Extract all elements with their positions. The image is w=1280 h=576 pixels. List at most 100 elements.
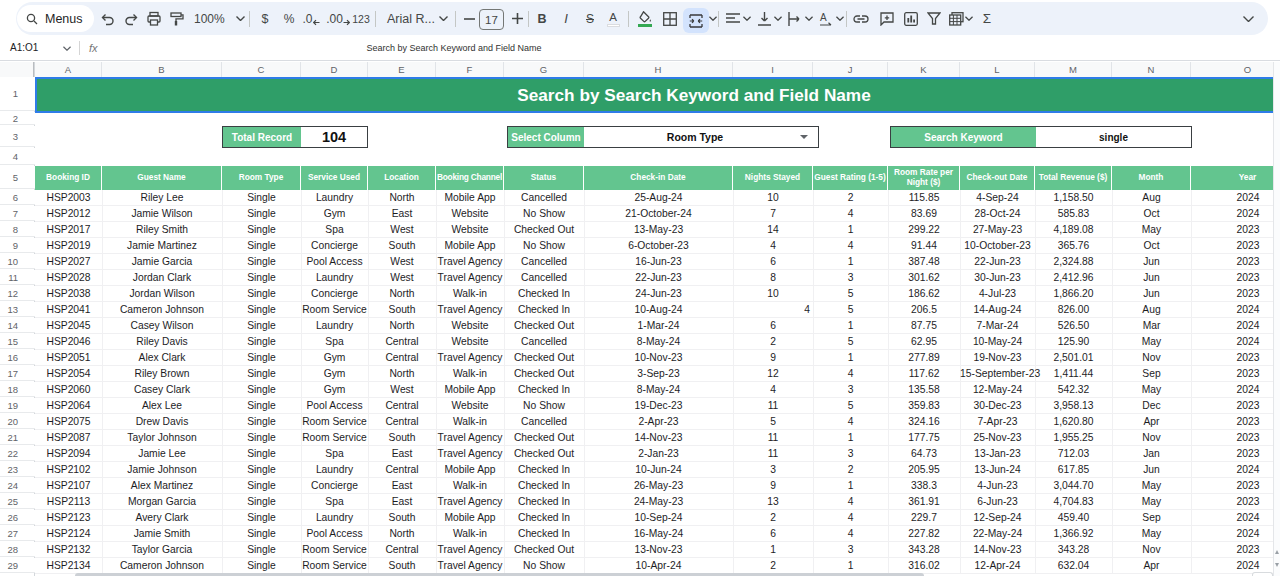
decrease-font-size-button[interactable]: [458, 5, 480, 32]
cell-I27[interactable]: 6: [733, 526, 813, 542]
cell-M16[interactable]: 2,501.01: [1035, 350, 1112, 366]
cell-E22[interactable]: East: [368, 446, 436, 462]
cell-J20[interactable]: 4: [813, 414, 888, 430]
cell-A27[interactable]: HSP2124: [35, 526, 102, 542]
cell-H8[interactable]: 13-May-23: [584, 222, 733, 238]
cell-O8[interactable]: 2023: [1191, 222, 1280, 238]
cell-F18[interactable]: Mobile App: [436, 382, 504, 398]
cell-L21[interactable]: 25-Nov-23: [960, 430, 1035, 446]
cell-A20[interactable]: HSP2075: [35, 414, 102, 430]
text-rotation-caret-icon[interactable]: [835, 2, 845, 35]
cell-I12[interactable]: 10: [733, 286, 813, 302]
name-box[interactable]: A1:O1: [10, 36, 38, 60]
cell-F15[interactable]: Website: [436, 334, 504, 350]
cell-L23[interactable]: 13-Jun-24: [960, 462, 1035, 478]
cell-A9[interactable]: HSP2019: [35, 238, 102, 254]
cell-A17[interactable]: HSP2054: [35, 366, 102, 382]
cell-J10[interactable]: 1: [813, 254, 888, 270]
cell-E25[interactable]: East: [368, 494, 436, 510]
cell-G7[interactable]: No Show: [504, 206, 584, 222]
column-header-I[interactable]: I: [733, 62, 813, 77]
cell-G17[interactable]: Checked Out: [504, 366, 584, 382]
cell-G9[interactable]: No Show: [504, 238, 584, 254]
cell-H26[interactable]: 10-Sep-24: [584, 510, 733, 526]
format-currency-button[interactable]: $: [254, 5, 276, 32]
cell-N26[interactable]: Sep: [1112, 510, 1191, 526]
cell-F19[interactable]: Website: [436, 398, 504, 414]
cell-L6[interactable]: 4-Sep-24: [960, 190, 1035, 206]
cell-E23[interactable]: Central: [368, 462, 436, 478]
cell-M12[interactable]: 1,866.20: [1035, 286, 1112, 302]
cell-K21[interactable]: 177.75: [888, 430, 960, 446]
cell-E12[interactable]: North: [368, 286, 436, 302]
cell-H16[interactable]: 10-Nov-23: [584, 350, 733, 366]
cell-J11[interactable]: 3: [813, 270, 888, 286]
cell-F9[interactable]: Mobile App: [436, 238, 504, 254]
cell-F14[interactable]: Website: [436, 318, 504, 334]
cell-H28[interactable]: 13-Nov-23: [584, 542, 733, 558]
cell-M28[interactable]: 343.28: [1035, 542, 1112, 558]
cell-K18[interactable]: 135.58: [888, 382, 960, 398]
cell-L17[interactable]: 15-September-23: [960, 366, 1035, 382]
cell-O6[interactable]: 2024: [1191, 190, 1280, 206]
cell-O28[interactable]: 2023: [1191, 542, 1280, 558]
cell-A11[interactable]: HSP2028: [35, 270, 102, 286]
cell-G21[interactable]: Checked Out: [504, 430, 584, 446]
cell-B23[interactable]: Jamie Johnson: [102, 462, 222, 478]
cell-M20[interactable]: 1,620.80: [1035, 414, 1112, 430]
cell-C25[interactable]: Single: [222, 494, 301, 510]
cell-A8[interactable]: HSP2017: [35, 222, 102, 238]
cell-N10[interactable]: Jun: [1112, 254, 1191, 270]
cell-C26[interactable]: Single: [222, 510, 301, 526]
row-header-4[interactable]: 4: [0, 148, 35, 165]
row-header-25[interactable]: 25: [0, 494, 35, 509]
cell-G8[interactable]: Checked Out: [504, 222, 584, 238]
cell-M7[interactable]: 585.83: [1035, 206, 1112, 222]
cell-A15[interactable]: HSP2046: [35, 334, 102, 350]
number-format-button[interactable]: 123: [350, 5, 372, 32]
cell-I26[interactable]: 2: [733, 510, 813, 526]
cell-A21[interactable]: HSP2087: [35, 430, 102, 446]
cell-I6[interactable]: 10: [733, 190, 813, 206]
cell-F17[interactable]: Walk-in: [436, 366, 504, 382]
cell-E27[interactable]: North: [368, 526, 436, 542]
row-header-18[interactable]: 18: [0, 382, 35, 397]
cell-I7[interactable]: 7: [733, 206, 813, 222]
cell-M26[interactable]: 459.40: [1035, 510, 1112, 526]
row-header-8[interactable]: 8: [0, 222, 35, 237]
column-header-C[interactable]: C: [222, 62, 301, 77]
cell-N18[interactable]: May: [1112, 382, 1191, 398]
cell-L12[interactable]: 4-Jul-23: [960, 286, 1035, 302]
row-header-3[interactable]: 3: [0, 126, 35, 147]
cell-J26[interactable]: 4: [813, 510, 888, 526]
cell-G6[interactable]: Cancelled: [504, 190, 584, 206]
cell-N8[interactable]: May: [1112, 222, 1191, 238]
vertical-align-button[interactable]: [753, 5, 775, 32]
cell-M21[interactable]: 1,955.25: [1035, 430, 1112, 446]
cell-D8[interactable]: Spa: [301, 222, 368, 238]
cell-I17[interactable]: 12: [733, 366, 813, 382]
cell-K22[interactable]: 64.73: [888, 446, 960, 462]
column-header-J[interactable]: J: [813, 62, 888, 77]
cell-E9[interactable]: South: [368, 238, 436, 254]
cell-C12[interactable]: Single: [222, 286, 301, 302]
cell-J22[interactable]: 3: [813, 446, 888, 462]
cell-I25[interactable]: 13: [733, 494, 813, 510]
cell-M8[interactable]: 4,189.08: [1035, 222, 1112, 238]
cell-H25[interactable]: 24-May-23: [584, 494, 733, 510]
cell-C27[interactable]: Single: [222, 526, 301, 542]
cell-D22[interactable]: Spa: [301, 446, 368, 462]
column-header-O[interactable]: O: [1191, 62, 1280, 77]
row-header-6[interactable]: 6: [0, 190, 35, 205]
cell-B28[interactable]: Taylor Garcia: [102, 542, 222, 558]
column-header-N[interactable]: N: [1112, 62, 1191, 77]
cell-J17[interactable]: 4: [813, 366, 888, 382]
cell-H10[interactable]: 16-Jun-23: [584, 254, 733, 270]
cell-O14[interactable]: 2024: [1191, 318, 1280, 334]
column-header-B[interactable]: B: [102, 62, 222, 77]
cell-H19[interactable]: 19-Dec-23: [584, 398, 733, 414]
cell-L14[interactable]: 7-Mar-24: [960, 318, 1035, 334]
cell-I22[interactable]: 11: [733, 446, 813, 462]
cell-G13[interactable]: Checked In: [504, 302, 584, 318]
row-header-5[interactable]: 5: [0, 166, 35, 189]
